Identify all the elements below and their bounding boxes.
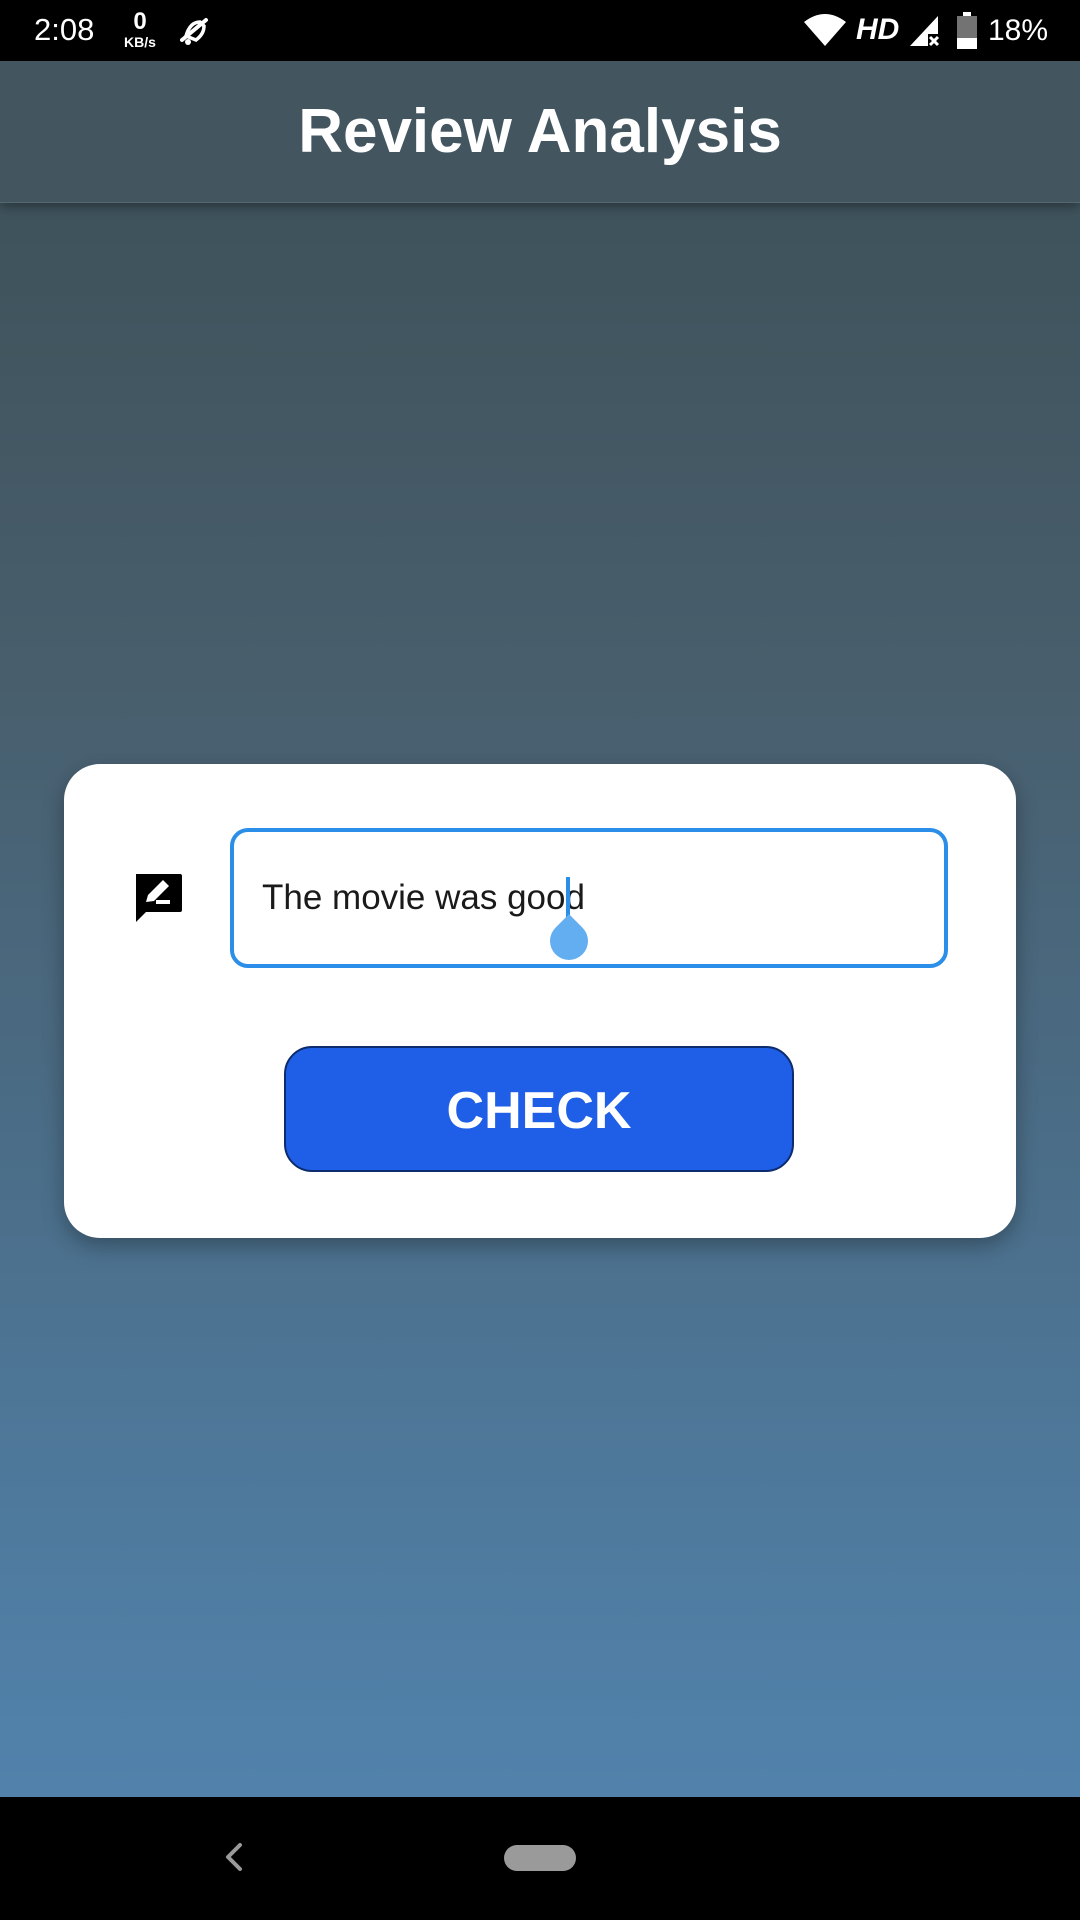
battery-icon	[957, 12, 977, 49]
notifications-off-icon	[180, 18, 208, 45]
network-speed-value: 0	[133, 8, 147, 35]
status-bar: 2:08 0 KB/s HD 18%	[0, 0, 1080, 61]
text-cursor	[566, 877, 570, 919]
network-speed: 0 KB/s	[118, 8, 162, 50]
battery-percent: 18%	[988, 14, 1049, 47]
page-title: Review Analysis	[298, 97, 782, 166]
network-speed-unit: KB/s	[124, 34, 156, 50]
review-input-text[interactable]: The movie was good	[262, 832, 585, 964]
back-chevron-icon[interactable]	[214, 1837, 254, 1877]
check-button[interactable]: CHECK	[284, 1046, 794, 1172]
home-pill-icon[interactable]	[504, 1845, 576, 1871]
network-type-label: HD	[856, 13, 900, 46]
status-time: 2:08	[34, 12, 95, 47]
rate-review-icon	[136, 874, 182, 922]
signal-icon	[910, 16, 940, 47]
app-bar: Review Analysis	[0, 61, 1080, 203]
screen: 2:08 0 KB/s HD 18% Review Analysis The m…	[0, 0, 1080, 1920]
review-card: The movie was good CHECK	[64, 764, 1016, 1238]
navigation-bar	[0, 1797, 1080, 1920]
review-input[interactable]: The movie was good	[230, 828, 948, 968]
wifi-icon	[804, 14, 846, 46]
